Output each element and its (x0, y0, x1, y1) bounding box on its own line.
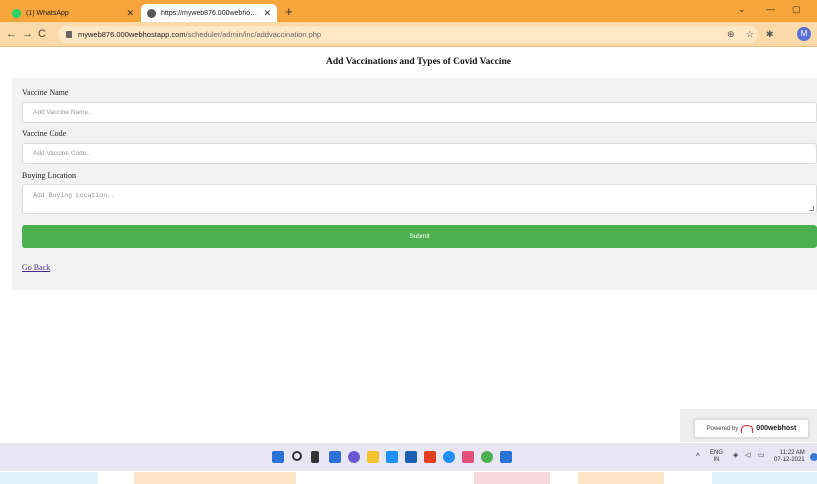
profile-avatar[interactable]: M (797, 27, 811, 41)
powered-by-badge[interactable]: Powered by 000webhost (694, 419, 809, 438)
background-fragment (578, 472, 664, 484)
vaccine-code-label: Vaccine Code (22, 129, 67, 138)
maximize-button[interactable]: ▢ (792, 4, 801, 15)
minimize-button[interactable]: — (766, 4, 775, 14)
tab-search-icon[interactable]: ⌄ (738, 4, 746, 15)
language-indicator[interactable]: ENG IN (710, 450, 723, 464)
brand-text: 000webhost (756, 425, 797, 432)
clock[interactable]: 11:22 AM 07-12-2021 (774, 450, 805, 464)
background-fragment (712, 472, 817, 484)
mail-icon[interactable] (386, 451, 398, 463)
back-button[interactable]: ← (6, 28, 17, 40)
close-tab-icon[interactable]: ✕ (263, 8, 271, 19)
chrome-icon[interactable] (481, 451, 493, 463)
forward-button[interactable]: → (22, 28, 33, 40)
background-fragment (474, 472, 550, 484)
powered-by-text: Powered by (706, 425, 739, 432)
buying-location-textarea[interactable]: Add Buying Location.. (22, 184, 817, 214)
address-bar[interactable]: myweb876.000webhostapp.com/scheduler/adm… (58, 26, 758, 43)
clock-time: 11:22 AM (779, 450, 805, 456)
reload-button[interactable]: C (38, 28, 46, 40)
buying-location-placeholder: Add Buying Location.. (33, 192, 115, 199)
submit-button[interactable]: Submit (22, 225, 817, 248)
task-view-icon[interactable] (311, 451, 319, 463)
resize-handle-icon[interactable] (809, 206, 814, 211)
lang-bottom: IN (713, 457, 720, 463)
show-hidden-icons[interactable]: ^ (696, 453, 700, 461)
new-tab-button[interactable]: + (285, 4, 293, 20)
browser-toolbar: ← → C myweb876.000webhostapp.com/schedul… (0, 22, 817, 47)
tab-active[interactable]: https://myweb876.000webhostapp.com/sched… (141, 4, 277, 22)
wifi-icon[interactable]: ◈ (733, 452, 738, 459)
tab-whatsapp[interactable]: (1) WhatsApp ✕ (6, 4, 140, 22)
extensions-icon[interactable]: ✱ (766, 28, 774, 40)
edge-icon[interactable] (443, 451, 455, 463)
chat-icon[interactable] (348, 451, 360, 463)
buying-location-label: Buying Location (22, 171, 76, 180)
browser-tab-bar: (1) WhatsApp ✕ https://myweb876.000webho… (0, 0, 817, 22)
background-fragment (0, 472, 98, 484)
tab-label: https://myweb876.000webhostapp.com/sched… (161, 9, 260, 17)
start-icon[interactable] (272, 451, 284, 463)
lang-top: ENG (710, 450, 724, 456)
tab-label: (1) WhatsApp (26, 9, 69, 17)
close-tab-icon[interactable]: ✕ (126, 8, 134, 19)
vaccine-name-label: Vaccine Name (22, 88, 69, 97)
settings-app-icon[interactable] (500, 451, 512, 463)
notification-icon[interactable] (810, 453, 817, 461)
background-fragment (134, 472, 296, 484)
office-icon[interactable] (424, 451, 436, 463)
store-icon[interactable] (405, 451, 417, 463)
widgets-icon[interactable] (329, 451, 341, 463)
photos-icon[interactable] (462, 451, 474, 463)
file-explorer-icon[interactable] (367, 451, 379, 463)
whatsapp-icon (12, 8, 21, 18)
page-title: Add Vaccinations and Types of Covid Vacc… (326, 57, 511, 67)
battery-icon[interactable]: ▭ (758, 452, 765, 459)
clock-date: 07-12-2021 (774, 457, 805, 463)
go-back-link[interactable]: Go Back (22, 263, 50, 272)
url-host: myweb876.000webhostapp.com (78, 30, 186, 39)
url-path: /scheduler/admin/inc/addvaccination.php (185, 30, 322, 39)
bookmark-star-icon[interactable]: ☆ (746, 28, 754, 40)
windows-taskbar: ^ ENG IN ◈ ◁ ▭ 11:22 AM 07-12-2021 (0, 443, 817, 471)
vaccine-name-input[interactable]: Add Vaccine Name.. (22, 102, 817, 123)
vaccine-code-input[interactable]: Add Vaccine Code.. (22, 143, 817, 164)
install-app-icon[interactable]: ⊕ (727, 28, 735, 40)
volume-icon[interactable]: ◁ (745, 452, 750, 459)
000webhost-logo-icon (741, 424, 754, 433)
globe-icon (147, 8, 156, 18)
vaccine-form: Vaccine Name Add Vaccine Name.. Vaccine … (12, 78, 817, 290)
screen: (1) WhatsApp ✕ https://myweb876.000webho… (0, 0, 817, 484)
lock-icon (66, 31, 72, 38)
search-icon[interactable] (292, 451, 302, 461)
